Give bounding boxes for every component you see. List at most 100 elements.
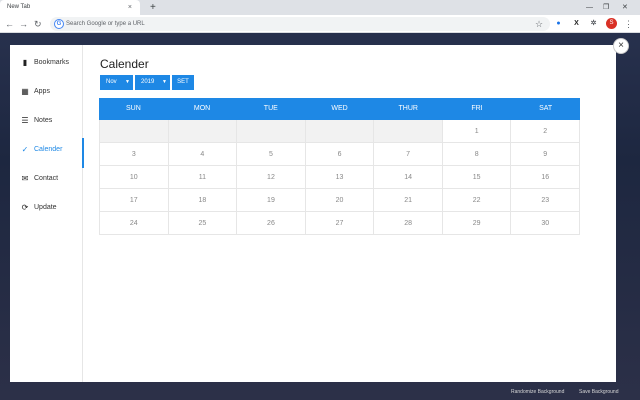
calendar-grid: SUN MON TUE WED THUR FRI SAT 1 2 3 4 5 6 7 8 9 10… xyxy=(99,98,581,235)
window-minimize-button[interactable]: — xyxy=(586,0,593,15)
sidebar-item-label: Update xyxy=(34,204,57,211)
tab-close-icon[interactable]: × xyxy=(128,0,132,15)
sidebar-item-bookmarks[interactable]: ▮ Bookmarks xyxy=(10,51,83,75)
sidebar-item-contact[interactable]: ✉ Contact xyxy=(10,167,83,191)
browser-toolbar: ← → ↻ G Search Google or type a URL ☆ ● … xyxy=(0,15,640,33)
month-select[interactable]: Nov ▼ xyxy=(100,75,133,90)
calendar-day-cell[interactable]: 11 xyxy=(168,166,238,189)
calendar-day-cell[interactable]: 6 xyxy=(305,143,375,166)
sidebar-item-label: Notes xyxy=(34,117,53,124)
extension-puzzle-icon[interactable]: ✲ xyxy=(588,18,599,29)
calendar-day-cell[interactable]: 13 xyxy=(305,166,375,189)
calendar-day-cell[interactable]: 27 xyxy=(305,212,375,235)
tab-title: New Tab xyxy=(7,4,31,10)
calendar-week-row: 12 xyxy=(99,120,581,143)
sidebar-item-label: Contact xyxy=(34,175,59,182)
randomize-background-link[interactable]: Randomize Background xyxy=(511,389,564,395)
calendar-empty-cell xyxy=(374,120,443,143)
save-background-link[interactable]: Save Background xyxy=(579,389,618,395)
bookmark-star-icon[interactable]: ☆ xyxy=(535,17,543,31)
sidebar-item-calender[interactable]: ✓ Calender xyxy=(10,138,84,168)
calendar-empty-cell xyxy=(168,120,238,143)
calendar-week-row: 3456789 xyxy=(99,143,581,166)
calendar-day-cell[interactable]: 10 xyxy=(99,166,169,189)
calendar-day-cell[interactable]: 12 xyxy=(237,166,306,189)
sidebar-item-label: Calender xyxy=(34,146,63,153)
close-icon[interactable]: × xyxy=(613,38,629,54)
calendar-check-icon: ✓ xyxy=(21,145,29,154)
calendar-day-cell[interactable]: 4 xyxy=(168,143,238,166)
calendar-day-cell[interactable]: 23 xyxy=(511,189,581,212)
calendar-week-row: 17 18 19 20 21 22 23 xyxy=(99,189,581,212)
calendar-day-cell[interactable]: 20 xyxy=(305,189,375,212)
new-tab-button[interactable]: + xyxy=(150,0,156,15)
calendar-day-cell[interactable]: 26 xyxy=(237,212,306,235)
sidebar-item-update[interactable]: ⟳ Update xyxy=(10,196,83,220)
sidebar: ▮ Bookmarks ▦ Apps ☰ Notes ✓ Calender ✉ … xyxy=(10,45,84,382)
calendar-day-cell[interactable]: 3 xyxy=(99,143,169,166)
weekday-label: SAT xyxy=(539,105,553,112)
calendar-day-cell[interactable]: 28 xyxy=(374,212,443,235)
calendar-day-cell[interactable]: 2 xyxy=(511,120,581,143)
calendar-day-cell[interactable]: 21 xyxy=(374,189,443,212)
weekday-header: SUN MON TUE WED THUR FRI SAT xyxy=(99,98,580,120)
calendar-day-cell[interactable]: 30 xyxy=(511,212,581,235)
sidebar-item-notes[interactable]: ☰ Notes xyxy=(10,109,83,133)
browser-tab[interactable]: New Tab × xyxy=(0,0,140,15)
mail-icon: ✉ xyxy=(21,174,29,183)
calendar-modal: ▮ Bookmarks ▦ Apps ☰ Notes ✓ Calender ✉ … xyxy=(10,45,616,382)
calendar-day-cell[interactable]: 29 xyxy=(442,212,512,235)
extension-info-icon[interactable]: ● xyxy=(553,18,564,29)
calendar-day-cell[interactable]: 15 xyxy=(442,166,512,189)
month-select-value: Nov xyxy=(106,79,117,85)
back-arrow-icon[interactable]: ← xyxy=(5,17,14,31)
address-bar[interactable]: G Search Google or type a URL xyxy=(50,17,550,31)
browser-menu-icon[interactable]: ⋮ xyxy=(624,17,633,31)
refresh-icon: ⟳ xyxy=(21,203,29,212)
weekday-label: SUN xyxy=(125,105,141,112)
calendar-day-cell[interactable]: 22 xyxy=(442,189,512,212)
extension-x-icon[interactable]: X xyxy=(571,18,582,29)
calendar-day-cell[interactable]: 18 xyxy=(168,189,238,212)
address-bar-placeholder: Search Google or type a URL xyxy=(66,21,145,27)
calendar-day-cell[interactable]: 7 xyxy=(374,143,443,166)
google-icon: G xyxy=(54,19,64,29)
calendar-day-cell[interactable]: 8 xyxy=(442,143,512,166)
weekday-label: MON xyxy=(193,105,211,112)
set-button[interactable]: SET xyxy=(172,75,194,90)
calendar-empty-cell xyxy=(237,120,306,143)
apps-grid-icon: ▦ xyxy=(21,87,29,96)
calendar-day-cell[interactable]: 9 xyxy=(511,143,581,166)
sidebar-item-apps[interactable]: ▦ Apps xyxy=(10,80,83,104)
calendar-day-cell[interactable]: 19 xyxy=(237,189,306,212)
year-select[interactable]: 2019 ▼ xyxy=(135,75,170,90)
calendar-day-cell[interactable]: 25 xyxy=(168,212,238,235)
reload-icon[interactable]: ↻ xyxy=(34,17,42,31)
forward-arrow-icon[interactable]: → xyxy=(19,17,28,31)
sidebar-item-label: Bookmarks xyxy=(34,59,70,66)
profile-avatar[interactable]: S xyxy=(606,18,617,29)
calendar-day-cell[interactable]: 24 xyxy=(99,212,169,235)
calendar-day-cell[interactable]: 17 xyxy=(99,189,169,212)
weekday-label: TUE xyxy=(263,105,278,112)
weekday-label: FRI xyxy=(471,105,483,112)
window-restore-button[interactable]: ❐ xyxy=(603,0,609,15)
calendar-day-cell[interactable]: 5 xyxy=(237,143,306,166)
calendar-week-row: 10 11 12 13 14 15 16 xyxy=(99,166,581,189)
notes-icon: ☰ xyxy=(21,116,29,125)
calendar-day-cell[interactable]: 1 xyxy=(442,120,512,143)
calendar-week-row: 24 25 26 27 28 29 30 xyxy=(99,212,581,235)
calendar-empty-cell xyxy=(305,120,375,143)
weekday-label: THUR xyxy=(398,105,418,112)
calendar-day-cell[interactable]: 16 xyxy=(511,166,581,189)
page-title: Calender xyxy=(100,57,149,71)
bookmark-icon: ▮ xyxy=(22,58,28,67)
calendar-day-cell[interactable]: 14 xyxy=(374,166,443,189)
browser-tab-strip: New Tab × + — ❐ ✕ xyxy=(0,0,640,15)
year-select-value: 2019 xyxy=(141,79,155,85)
calendar-empty-cell xyxy=(99,120,169,143)
chevron-down-icon: ▼ xyxy=(162,79,167,85)
window-close-button[interactable]: ✕ xyxy=(622,0,628,15)
chevron-down-icon: ▼ xyxy=(125,79,130,85)
sidebar-item-label: Apps xyxy=(34,88,50,95)
